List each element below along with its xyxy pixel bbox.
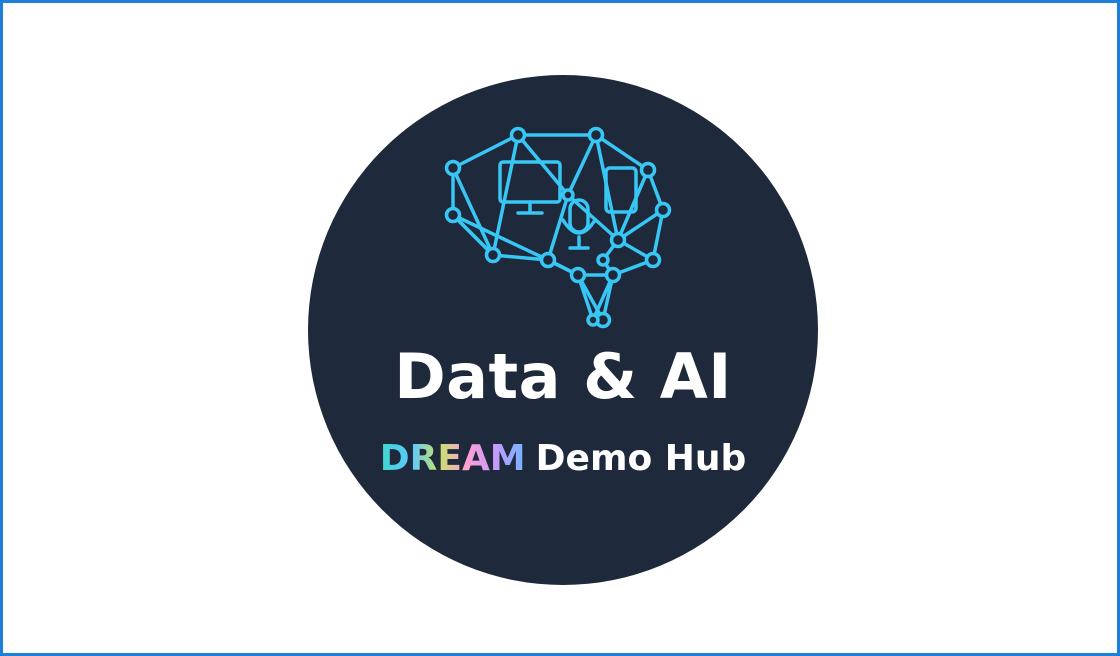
- logo-title: Data & AI: [394, 340, 732, 413]
- logo-subtitle-rest: Demo Hub: [535, 438, 747, 479]
- brain-network-icon: [444, 126, 672, 329]
- logo-subtitle-highlight: DREAM: [379, 438, 526, 479]
- logo-subtitle: DREAM Demo Hub: [308, 435, 818, 483]
- image-frame: Data & AI DREAM Demo Hub: [0, 0, 1120, 656]
- logo-badge: Data & AI DREAM Demo Hub: [308, 75, 818, 585]
